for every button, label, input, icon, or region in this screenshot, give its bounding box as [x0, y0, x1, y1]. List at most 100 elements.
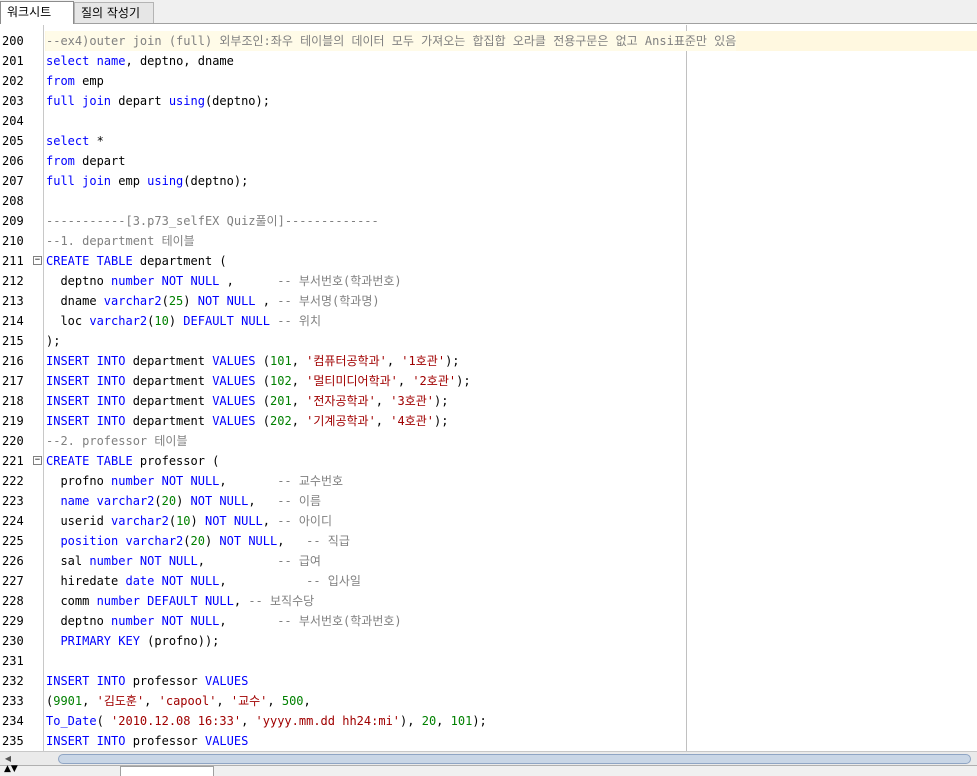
code-line[interactable]: 229 deptno number NOT NULL, -- 부서번호(학과번호…	[0, 611, 977, 631]
code-token: ,	[436, 714, 451, 728]
code-text: To_Date( '2010.12.08 16:33', 'yyyy.mm.dd…	[46, 711, 487, 731]
line-number: 207	[2, 174, 24, 188]
code-line[interactable]: 228 comm number DEFAULT NULL, -- 보직수당	[0, 591, 977, 611]
code-line[interactable]: 215);	[0, 331, 977, 351]
code-text: --2. professor 테이블	[46, 431, 188, 451]
code-text: INSERT INTO department VALUES (102, '멀티미…	[46, 371, 471, 391]
code-line[interactable]: 223 name varchar2(20) NOT NULL, -- 이름	[0, 491, 977, 511]
code-token: VALUES	[212, 414, 256, 428]
code-line[interactable]: 221− CREATE TABLE professor (	[0, 451, 977, 471]
horizontal-scrollbar[interactable]: ◀	[0, 751, 977, 765]
bottom-panel-tab[interactable]	[120, 766, 214, 776]
code-token: '1호관'	[401, 354, 446, 368]
code-line[interactable]: 204	[0, 111, 977, 131]
code-token: );	[445, 354, 460, 368]
code-token: '멀티미디어학과'	[306, 374, 398, 388]
code-token: depart	[74, 154, 126, 168]
code-line[interactable]: 226 sal number NOT NULL, -- 급여	[0, 551, 977, 571]
code-line[interactable]: 233 (9901, '김도훈', 'capool', '교수', 500,	[0, 691, 977, 711]
code-line[interactable]: 234 To_Date( '2010.12.08 16:33', 'yyyy.mm…	[0, 711, 977, 731]
line-number: 206	[2, 154, 24, 168]
code-line[interactable]: 213 dname varchar2(25) NOT NULL , -- 부서명…	[0, 291, 977, 311]
code-text: INSERT INTO department VALUES (201, '전자공…	[46, 391, 448, 411]
code-line[interactable]: 219 INSERT INTO department VALUES (202, '…	[0, 411, 977, 431]
code-token: ,	[291, 394, 307, 408]
code-token: DEFAULT NULL	[183, 314, 270, 328]
fold-collapse-icon[interactable]: −	[33, 256, 42, 265]
code-token: ,	[219, 614, 278, 628]
code-line[interactable]: 202 from emp	[0, 71, 977, 91]
code-line[interactable]: 208	[0, 191, 977, 211]
code-token: department	[125, 414, 213, 428]
code-token: VALUES	[212, 354, 256, 368]
code-token: *	[89, 134, 104, 148]
line-number: 216	[2, 354, 24, 368]
code-token: 20	[161, 494, 177, 508]
code-text: dname varchar2(25) NOT NULL , -- 부서명(학과명…	[46, 291, 379, 311]
code-token: from	[46, 154, 75, 168]
code-line[interactable]: 231	[0, 651, 977, 671]
code-token: '교수'	[230, 694, 268, 708]
code-token: userid	[46, 514, 112, 528]
code-line[interactable]: 210 --1. department 테이블	[0, 231, 977, 251]
code-line[interactable]: 235 INSERT INTO professor VALUES	[0, 731, 977, 751]
code-token: PRIMARY KEY	[60, 634, 140, 648]
line-number: 200	[2, 34, 24, 48]
code-token: 25	[168, 294, 184, 308]
code-line[interactable]: 212 deptno number NOT NULL , -- 부서번호(학과번…	[0, 271, 977, 291]
code-line[interactable]: 200 --ex4)outer join (full) 외부조인:좌우 테이블의 …	[0, 31, 977, 51]
code-line[interactable]: 225 position varchar2(20) NOT NULL, -- 직…	[0, 531, 977, 551]
code-token: ,	[303, 694, 311, 708]
code-token: '4호관'	[390, 414, 435, 428]
code-token: varchar2	[96, 494, 155, 508]
line-number: 217	[2, 374, 24, 388]
code-line[interactable]: 207 full join emp using(deptno);	[0, 171, 977, 191]
code-token: ,	[291, 354, 307, 368]
line-number: 221	[2, 454, 24, 468]
code-line[interactable]: 205 select *	[0, 131, 977, 151]
code-token: '컴퓨터공학과'	[306, 354, 387, 368]
code-line[interactable]: 201 select name, deptno, dname	[0, 51, 977, 71]
sql-editor[interactable]: 200 --ex4)outer join (full) 외부조인:좌우 테이블의 …	[0, 25, 977, 751]
splitter-arrows-icon[interactable]: ▲▼	[4, 764, 18, 774]
code-token: number NOT NULL	[89, 554, 198, 568]
code-line[interactable]: 206 from depart	[0, 151, 977, 171]
code-token: (profno));	[139, 634, 220, 648]
code-token: VALUES	[204, 674, 249, 688]
code-token: INSERT INTO	[46, 734, 126, 748]
line-number: 211	[2, 254, 24, 268]
tab-worksheet[interactable]: 워크시트	[0, 1, 74, 24]
tab-query-builder[interactable]: 질의 작성기	[74, 2, 154, 23]
code-token: ),	[400, 714, 422, 728]
scrollbar-thumb[interactable]	[58, 754, 971, 764]
code-line[interactable]: 218 INSERT INTO department VALUES (201, '…	[0, 391, 977, 411]
code-token: )	[168, 314, 184, 328]
code-token: )	[183, 294, 198, 308]
code-line[interactable]: 222 profno number NOT NULL, -- 교수번호	[0, 471, 977, 491]
code-token: date NOT NULL	[125, 574, 220, 588]
code-token: ,	[219, 474, 278, 488]
code-line[interactable]: 232 INSERT INTO professor VALUES	[0, 671, 977, 691]
code-line[interactable]: 220 --2. professor 테이블	[0, 431, 977, 451]
fold-collapse-icon[interactable]: −	[33, 456, 42, 465]
code-text: select name, deptno, dname	[46, 51, 234, 71]
code-line[interactable]: 211− CREATE TABLE department (	[0, 251, 977, 271]
code-line[interactable]: 209 -----------[3.p73_selfEX Quiz풀이]-----…	[0, 211, 977, 231]
code-token: (	[255, 354, 270, 368]
code-line[interactable]: 214 loc varchar2(10) DEFAULT NULL -- 위치	[0, 311, 977, 331]
code-token: varchar2	[111, 514, 169, 528]
code-line[interactable]: 224 userid varchar2(10) NOT NULL, -- 아이디	[0, 511, 977, 531]
code-text: PRIMARY KEY (profno));	[46, 631, 219, 651]
code-token: (	[183, 534, 191, 548]
code-line[interactable]: 216 INSERT INTO department VALUES (101, '…	[0, 351, 977, 371]
line-number: 205	[2, 134, 24, 148]
code-token: ,	[197, 554, 278, 568]
code-token: emp	[74, 74, 104, 88]
code-line[interactable]: 203 full join depart using(deptno);	[0, 91, 977, 111]
code-line[interactable]: 227 hiredate date NOT NULL, -- 입사일	[0, 571, 977, 591]
code-line[interactable]: 230 PRIMARY KEY (profno));	[0, 631, 977, 651]
line-number: 213	[2, 294, 24, 308]
code-line[interactable]: 217 INSERT INTO department VALUES (102, '…	[0, 371, 977, 391]
